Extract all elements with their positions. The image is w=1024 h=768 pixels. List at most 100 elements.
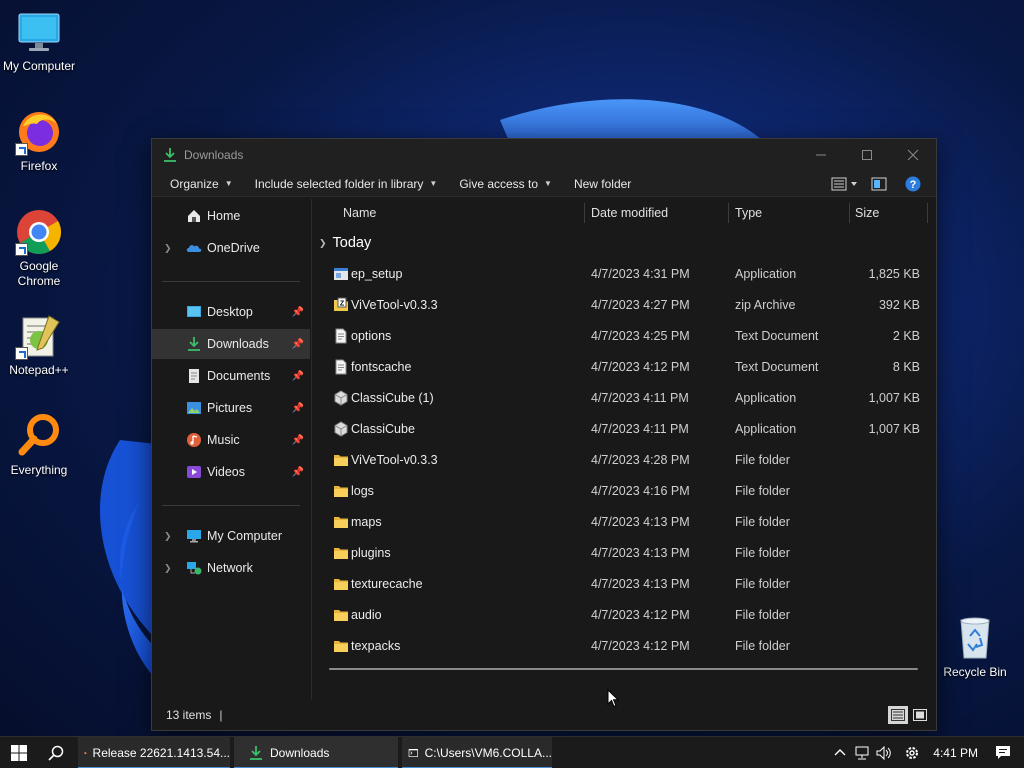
column-headers: Name Date modified Type Size bbox=[313, 199, 936, 227]
help-button[interactable]: ? bbox=[898, 173, 928, 195]
maximize-button[interactable] bbox=[844, 139, 890, 171]
file-date: 4/7/2023 4:28 PM bbox=[591, 452, 690, 467]
file-date: 4/7/2023 4:27 PM bbox=[591, 297, 690, 312]
pin-icon[interactable]: 📌 bbox=[292, 467, 304, 478]
file-row[interactable]: audio 4/7/2023 4:12 PM File folder bbox=[313, 599, 936, 630]
navigation-pane[interactable]: Home ❯ OneDrive Desktop 📌 Downloads 📌 Do… bbox=[152, 199, 312, 700]
nav-item-desktop[interactable]: Desktop 📌 bbox=[152, 297, 310, 327]
close-icon bbox=[907, 149, 919, 161]
volume-button[interactable] bbox=[873, 737, 895, 768]
file-row[interactable]: Z ViVeTool-v0.3.3 4/7/2023 4:27 PM zip Arch… bbox=[313, 289, 936, 320]
nav-item-documents[interactable]: Documents 📌 bbox=[152, 361, 310, 391]
monitor-icon bbox=[15, 8, 63, 56]
chevron-right-icon[interactable]: ❯ bbox=[164, 243, 172, 254]
nav-divider bbox=[162, 505, 300, 506]
column-header-name[interactable]: Name bbox=[337, 199, 376, 227]
start-button[interactable] bbox=[0, 737, 38, 768]
search-button[interactable] bbox=[38, 737, 74, 768]
file-list[interactable]: Name Date modified Type Size ❯ Today ep_… bbox=[313, 199, 936, 700]
chrome-icon bbox=[84, 751, 87, 754]
nav-item-music[interactable]: Music 📌 bbox=[152, 425, 310, 455]
pin-icon[interactable]: 📌 bbox=[292, 403, 304, 414]
file-type: zip Archive bbox=[735, 297, 796, 312]
group-header-today[interactable]: ❯ Today bbox=[319, 235, 371, 251]
desktop-icon-firefox[interactable]: Firefox bbox=[0, 108, 78, 174]
nav-item-home[interactable]: Home bbox=[152, 201, 310, 231]
file-row[interactable]: ClassiCube 4/7/2023 4:11 PM Application 1,0… bbox=[313, 413, 936, 444]
taskbar-item-chrome[interactable]: Release 22621.1413.54... bbox=[78, 736, 230, 768]
file-row[interactable]: texpacks 4/7/2023 4:12 PM File folder bbox=[313, 630, 936, 661]
status-bar: 13 items | bbox=[152, 700, 936, 730]
file-row[interactable]: texturecache 4/7/2023 4:13 PM File folder bbox=[313, 568, 936, 599]
taskbar-item-explorer[interactable]: Downloads bbox=[234, 736, 398, 768]
file-row[interactable]: plugins 4/7/2023 4:13 PM File folder bbox=[313, 537, 936, 568]
nav-item-videos[interactable]: Videos 📌 bbox=[152, 457, 310, 487]
minimize-button[interactable] bbox=[798, 139, 844, 171]
details-view-button[interactable] bbox=[888, 706, 908, 724]
file-row[interactable]: ViVeTool-v0.3.3 4/7/2023 4:28 PM File fold… bbox=[313, 444, 936, 475]
text-icon bbox=[333, 328, 349, 344]
file-name: options bbox=[351, 328, 392, 343]
column-header-date[interactable]: Date modified bbox=[585, 199, 668, 227]
chevron-right-icon[interactable]: ❯ bbox=[164, 563, 172, 574]
network-icon bbox=[187, 562, 202, 575]
desktop-icon-recycle-bin[interactable]: Recycle Bin bbox=[936, 614, 1014, 680]
shortcut-arrow-icon bbox=[15, 347, 28, 360]
explorer-window[interactable]: Downloads Organize ▼ Include selected fol… bbox=[151, 138, 937, 731]
chevron-right-icon[interactable]: ❯ bbox=[164, 531, 172, 542]
folder-icon bbox=[333, 607, 349, 623]
column-divider[interactable] bbox=[927, 203, 928, 223]
app-icon bbox=[333, 266, 349, 282]
file-row[interactable]: maps 4/7/2023 4:13 PM File folder bbox=[313, 506, 936, 537]
network-status-button[interactable] bbox=[851, 737, 873, 768]
desktop-icon-chrome[interactable]: Google Chrome bbox=[0, 208, 78, 289]
large-icons-view-button[interactable] bbox=[910, 706, 930, 724]
file-row[interactable]: options 4/7/2023 4:25 PM Text Document 2 KB bbox=[313, 320, 936, 351]
large-icons-view-icon bbox=[913, 709, 927, 721]
nav-item-onedrive[interactable]: ❯ OneDrive bbox=[152, 233, 310, 263]
file-row[interactable]: fontscache 4/7/2023 4:12 PM Text Document 8… bbox=[313, 351, 936, 382]
include-library-button[interactable]: Include selected folder in library ▼ bbox=[247, 172, 446, 196]
show-hidden-icons-button[interactable] bbox=[829, 737, 851, 768]
new-folder-button[interactable]: New folder bbox=[566, 172, 639, 196]
close-button[interactable] bbox=[890, 139, 936, 171]
nav-divider bbox=[162, 281, 300, 282]
pin-icon[interactable]: 📌 bbox=[292, 339, 304, 350]
maximize-icon bbox=[862, 150, 872, 160]
nav-item-network[interactable]: ❯ Network bbox=[152, 553, 310, 583]
shortcut-arrow-icon bbox=[15, 243, 28, 256]
give-access-button[interactable]: Give access to ▼ bbox=[451, 172, 560, 196]
file-date: 4/7/2023 4:16 PM bbox=[591, 483, 690, 498]
file-size: 1,007 KB bbox=[868, 390, 920, 405]
notifications-button[interactable] bbox=[992, 737, 1014, 768]
file-date: 4/7/2023 4:12 PM bbox=[591, 359, 690, 374]
file-row[interactable]: ClassiCube (1) 4/7/2023 4:11 PM Applicatio… bbox=[313, 382, 936, 413]
desktop-icon-notepadpp[interactable]: Notepad++ bbox=[0, 312, 78, 378]
desktop-icon-everything[interactable]: Everything bbox=[0, 412, 78, 478]
pin-icon[interactable]: 📌 bbox=[292, 307, 304, 318]
organize-button[interactable]: Organize ▼ bbox=[162, 172, 241, 196]
file-type: Application bbox=[735, 390, 797, 405]
column-header-type[interactable]: Type bbox=[729, 199, 762, 227]
file-row[interactable]: ep_setup 4/7/2023 4:31 PM Application 1,825… bbox=[313, 258, 936, 289]
column-header-size[interactable]: Size bbox=[849, 199, 879, 227]
help-icon: ? bbox=[905, 176, 921, 191]
preview-pane-button[interactable] bbox=[864, 173, 894, 195]
horizontal-scrollbar[interactable] bbox=[329, 668, 918, 670]
chevron-up-icon bbox=[834, 748, 846, 755]
nav-item-pictures[interactable]: Pictures 📌 bbox=[152, 393, 310, 423]
desktop-icon-my-computer[interactable]: My Computer bbox=[0, 8, 78, 74]
title-bar[interactable]: Downloads bbox=[152, 139, 936, 171]
file-name: ClassiCube bbox=[351, 421, 415, 436]
taskbar-clock[interactable]: 4:41 PM bbox=[933, 746, 978, 760]
pin-icon[interactable]: 📌 bbox=[292, 371, 304, 382]
file-type: File folder bbox=[735, 545, 790, 560]
nav-item-downloads[interactable]: Downloads 📌 bbox=[152, 329, 310, 359]
taskbar-item-cmd[interactable]: C:\Users\VM6.COLLA... bbox=[402, 736, 552, 768]
change-view-button[interactable] bbox=[830, 173, 860, 195]
nav-item-my-computer[interactable]: ❯ My Computer bbox=[152, 521, 310, 551]
file-type: Text Document bbox=[735, 359, 819, 374]
settings-button[interactable] bbox=[901, 737, 923, 768]
file-row[interactable]: logs 4/7/2023 4:16 PM File folder bbox=[313, 475, 936, 506]
pin-icon[interactable]: 📌 bbox=[292, 435, 304, 446]
